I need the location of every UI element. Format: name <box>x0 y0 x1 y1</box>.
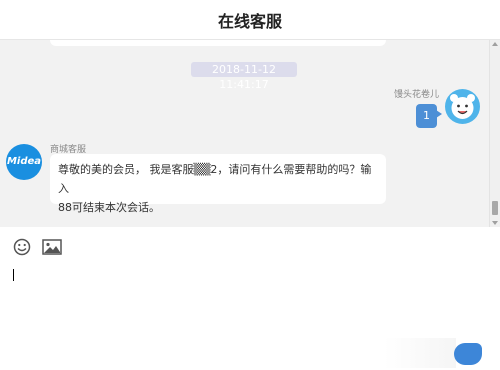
agent-message-bubble: 尊敬的美的会员， 我是客服▒▒2，请问有什么需要帮助的吗？输入 88可结束本次会… <box>50 154 386 214</box>
agent-avatar: Midea <box>6 144 42 180</box>
image-upload-button[interactable] <box>42 237 62 257</box>
text-cursor <box>13 269 14 281</box>
send-button[interactable]: 发送 <box>454 343 482 365</box>
user-name: 馒头花卷儿 <box>393 90 439 100</box>
cartoon-face-icon <box>450 94 475 119</box>
previous-message-bubble <box>50 40 386 46</box>
user-avatar <box>445 89 480 124</box>
chat-history[interactable]: 2018-11-12 11:41:17 馒头花卷儿 1 商城客服 Midea 尊… <box>0 40 500 227</box>
image-icon <box>42 239 62 255</box>
send-area-shadow <box>384 338 456 368</box>
scroll-thumb[interactable] <box>492 201 498 215</box>
user-message-bubble: 1 <box>416 104 442 128</box>
message-timestamp: 2018-11-12 11:41:17 <box>191 62 297 91</box>
agent-message-line: 88可结束本次会话。 <box>58 201 160 214</box>
composer-toolbar <box>12 237 62 257</box>
emoji-button[interactable] <box>12 237 32 257</box>
agent-message-line: 尊敬的美的会员， 我是客服▒▒2，请问有什么需要帮助的吗？输入 <box>58 163 372 195</box>
scroll-down-arrow-icon[interactable] <box>492 221 498 225</box>
header: 在线客服 <box>0 0 500 40</box>
page-title: 在线客服 <box>217 11 282 31</box>
smiley-icon <box>13 238 31 256</box>
scroll-up-arrow-icon[interactable] <box>492 42 498 46</box>
chat-scrollbar[interactable] <box>489 40 500 227</box>
